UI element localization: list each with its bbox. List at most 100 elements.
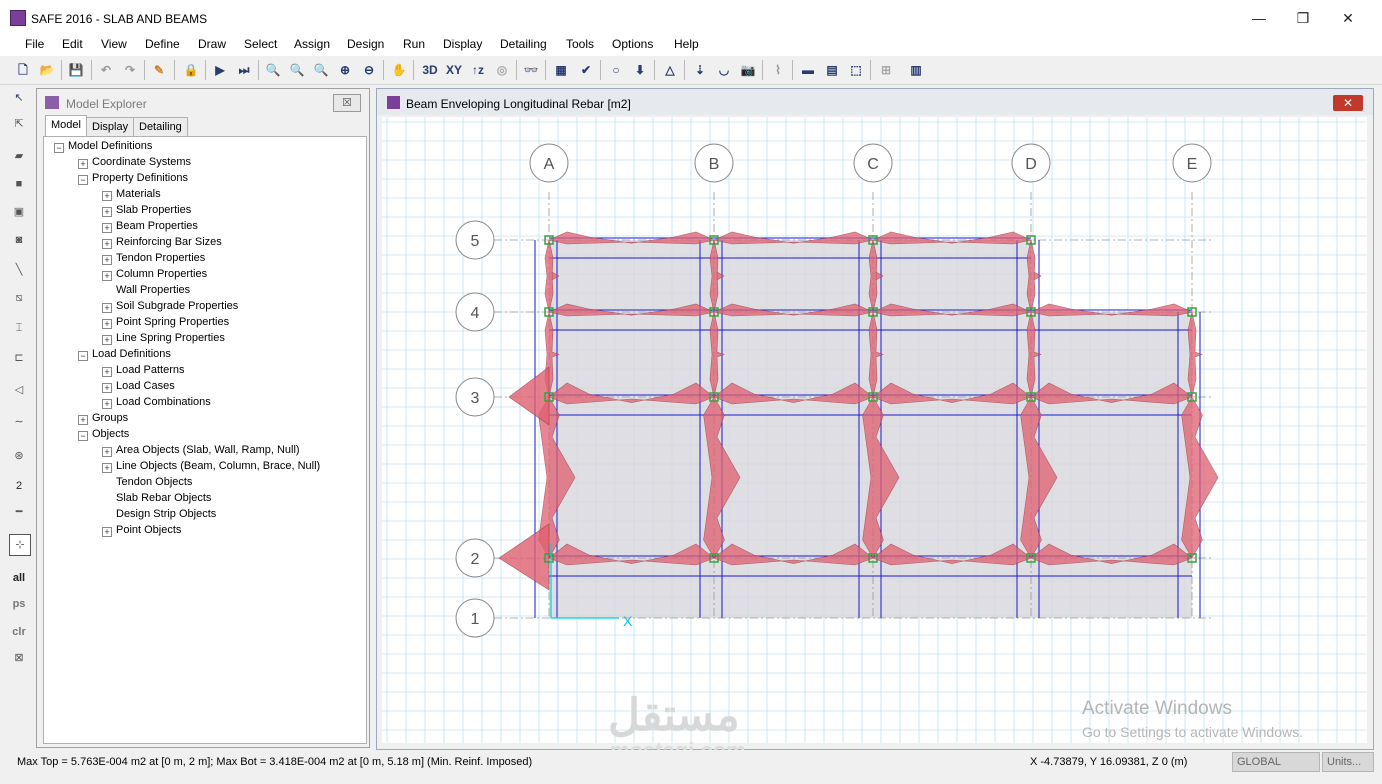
tree-node[interactable]: Slab Rebar Objects (116, 492, 211, 504)
circle-icon[interactable]: ○ (606, 60, 626, 80)
tree-node[interactable]: Design Strip Objects (116, 508, 216, 520)
tree-expander-icon[interactable]: + (102, 207, 112, 217)
zoom-full-icon[interactable]: 🔍 (311, 60, 331, 80)
draw-opening-icon[interactable]: ◙ (9, 230, 29, 250)
undo-icon[interactable]: ↶ (96, 60, 116, 80)
new-file-icon[interactable]: 🗋 (13, 60, 33, 80)
tree-node[interactable]: Area Objects (Slab, Wall, Ramp, Null) (116, 444, 300, 456)
tab-detailing[interactable]: Detailing (133, 117, 188, 136)
model-explorer-close-button[interactable]: ☒ (333, 94, 361, 112)
camera-icon[interactable]: 📷 (738, 60, 758, 80)
tab-display[interactable]: Display (86, 117, 135, 136)
tree-expander-icon[interactable]: + (78, 415, 88, 425)
load-arrow-icon[interactable]: ⬇ (630, 60, 650, 80)
tree-node[interactable]: Materials (116, 188, 161, 200)
tree-node[interactable]: Wall Properties (116, 284, 190, 296)
menu-design[interactable]: Design (347, 37, 384, 51)
menu-options[interactable]: Options (612, 37, 653, 51)
menu-tools[interactable]: Tools (566, 37, 594, 51)
pan-icon[interactable]: ✋ (389, 60, 409, 80)
menu-view[interactable]: View (101, 37, 127, 51)
menu-run[interactable]: Run (403, 37, 425, 51)
tree-node[interactable]: Point Objects (116, 524, 181, 536)
draw-wall-icon[interactable]: ⊏ (9, 348, 29, 368)
draw-area-icon[interactable]: ▰ (9, 146, 29, 166)
tree-expander-icon[interactable]: + (78, 159, 88, 169)
tree-node[interactable]: Reinforcing Bar Sizes (116, 236, 222, 248)
menu-draw[interactable]: Draw (198, 37, 226, 51)
strip-icon[interactable]: ⌇ (768, 60, 788, 80)
tree-expander-icon[interactable]: + (102, 399, 112, 409)
tree-expander-icon[interactable]: + (102, 527, 112, 537)
draw-strip-icon[interactable]: ━ (9, 502, 29, 522)
tree-node[interactable]: Coordinate Systems (92, 156, 191, 168)
redo-icon[interactable]: ↷ (120, 60, 140, 80)
menu-help[interactable]: Help (674, 37, 699, 51)
menu-edit[interactable]: Edit (62, 37, 83, 51)
rotate-icon[interactable]: ◎ (492, 60, 512, 80)
deformed-shape-icon[interactable]: △ (660, 60, 680, 80)
tables-icon[interactable]: ▥ (906, 60, 926, 80)
table-grid-icon[interactable]: ⊞ (876, 60, 896, 80)
tree-node[interactable]: Load Patterns (116, 364, 185, 376)
tree-expander-icon[interactable]: + (102, 335, 112, 345)
tree-expander-icon[interactable]: − (78, 351, 88, 361)
tree-node[interactable]: Line Spring Properties (116, 332, 225, 344)
restore-button[interactable]: ❐ (1280, 6, 1326, 30)
tree-node[interactable]: Column Properties (116, 268, 207, 280)
tree-expander-icon[interactable]: + (102, 223, 112, 233)
zoom-restore-icon[interactable]: 🔍 (287, 60, 307, 80)
tree-expander-icon[interactable]: + (102, 191, 112, 201)
tree-node[interactable]: Slab Properties (116, 204, 191, 216)
reactions-icon[interactable]: ⇣ (690, 60, 710, 80)
view-xy-button[interactable]: XY (444, 60, 464, 80)
open-file-icon[interactable]: 📂 (37, 60, 57, 80)
slab-design-icon[interactable]: ▤ (822, 60, 842, 80)
pointer-icon[interactable]: ↖ (9, 88, 29, 108)
tree-node[interactable]: Objects (92, 428, 129, 440)
menu-detailing[interactable]: Detailing (500, 37, 547, 51)
view-z-button[interactable]: ↑z (468, 60, 488, 80)
previous-selection-button[interactable]: ps (9, 594, 29, 614)
reshape-icon[interactable]: ⇱ (9, 114, 29, 134)
tree-expander-icon[interactable]: + (102, 383, 112, 393)
tree-expander-icon[interactable]: + (102, 239, 112, 249)
menu-select[interactable]: Select (244, 37, 277, 51)
tree-expander-icon[interactable]: + (102, 367, 112, 377)
menu-display[interactable]: Display (443, 37, 482, 51)
tree-expander-icon[interactable]: − (78, 175, 88, 185)
coordinate-system-select[interactable]: GLOBAL (1232, 752, 1320, 772)
tree-node[interactable]: Line Objects (Beam, Column, Brace, Null) (116, 460, 320, 472)
binoculars-icon[interactable]: 👓 (521, 60, 541, 80)
tree-expander-icon[interactable]: − (78, 431, 88, 441)
tree-node[interactable]: Property Definitions (92, 172, 188, 184)
units-button[interactable]: Units... (1322, 752, 1374, 772)
zoom-window-icon[interactable]: 🔍 (263, 60, 283, 80)
run-analysis-icon[interactable]: ▶ (210, 60, 230, 80)
tree-node[interactable]: Point Spring Properties (116, 316, 229, 328)
grid-select-icon[interactable]: ▦ (551, 60, 571, 80)
tree-node[interactable]: Groups (92, 412, 128, 424)
draw-point-icon[interactable]: ⊛ (9, 446, 29, 466)
zoom-in-icon[interactable]: ⊕ (335, 60, 355, 80)
beam-forces-icon[interactable]: ◡ (714, 60, 734, 80)
tree-node[interactable]: Load Cases (116, 380, 175, 392)
model-canvas[interactable]: A B C D E 5 4 3 2 1 X (382, 117, 1367, 743)
tree-node[interactable]: Load Definitions (92, 348, 171, 360)
check-icon[interactable]: ✔ (576, 60, 596, 80)
draw-column-icon[interactable]: ⌶ (9, 318, 29, 338)
menu-file[interactable]: File (25, 37, 44, 51)
minimize-button[interactable]: — (1236, 6, 1282, 30)
draw-tendon-icon[interactable]: ∼ (9, 412, 29, 432)
menu-define[interactable]: Define (145, 37, 180, 51)
tree-node[interactable]: Soil Subgrade Properties (116, 300, 238, 312)
tree-expander-icon[interactable]: + (102, 463, 112, 473)
tab-model[interactable]: Model (45, 115, 87, 137)
tree-expander-icon[interactable]: + (102, 303, 112, 313)
pencil-icon[interactable]: ✎ (149, 60, 169, 80)
tree-node[interactable]: Tendon Objects (116, 476, 192, 488)
intersecting-line-icon[interactable]: ⊠ (9, 648, 29, 668)
tree-expander-icon[interactable]: − (54, 143, 64, 153)
tree-expander-icon[interactable]: + (102, 319, 112, 329)
save-icon[interactable]: 💾 (66, 60, 86, 80)
